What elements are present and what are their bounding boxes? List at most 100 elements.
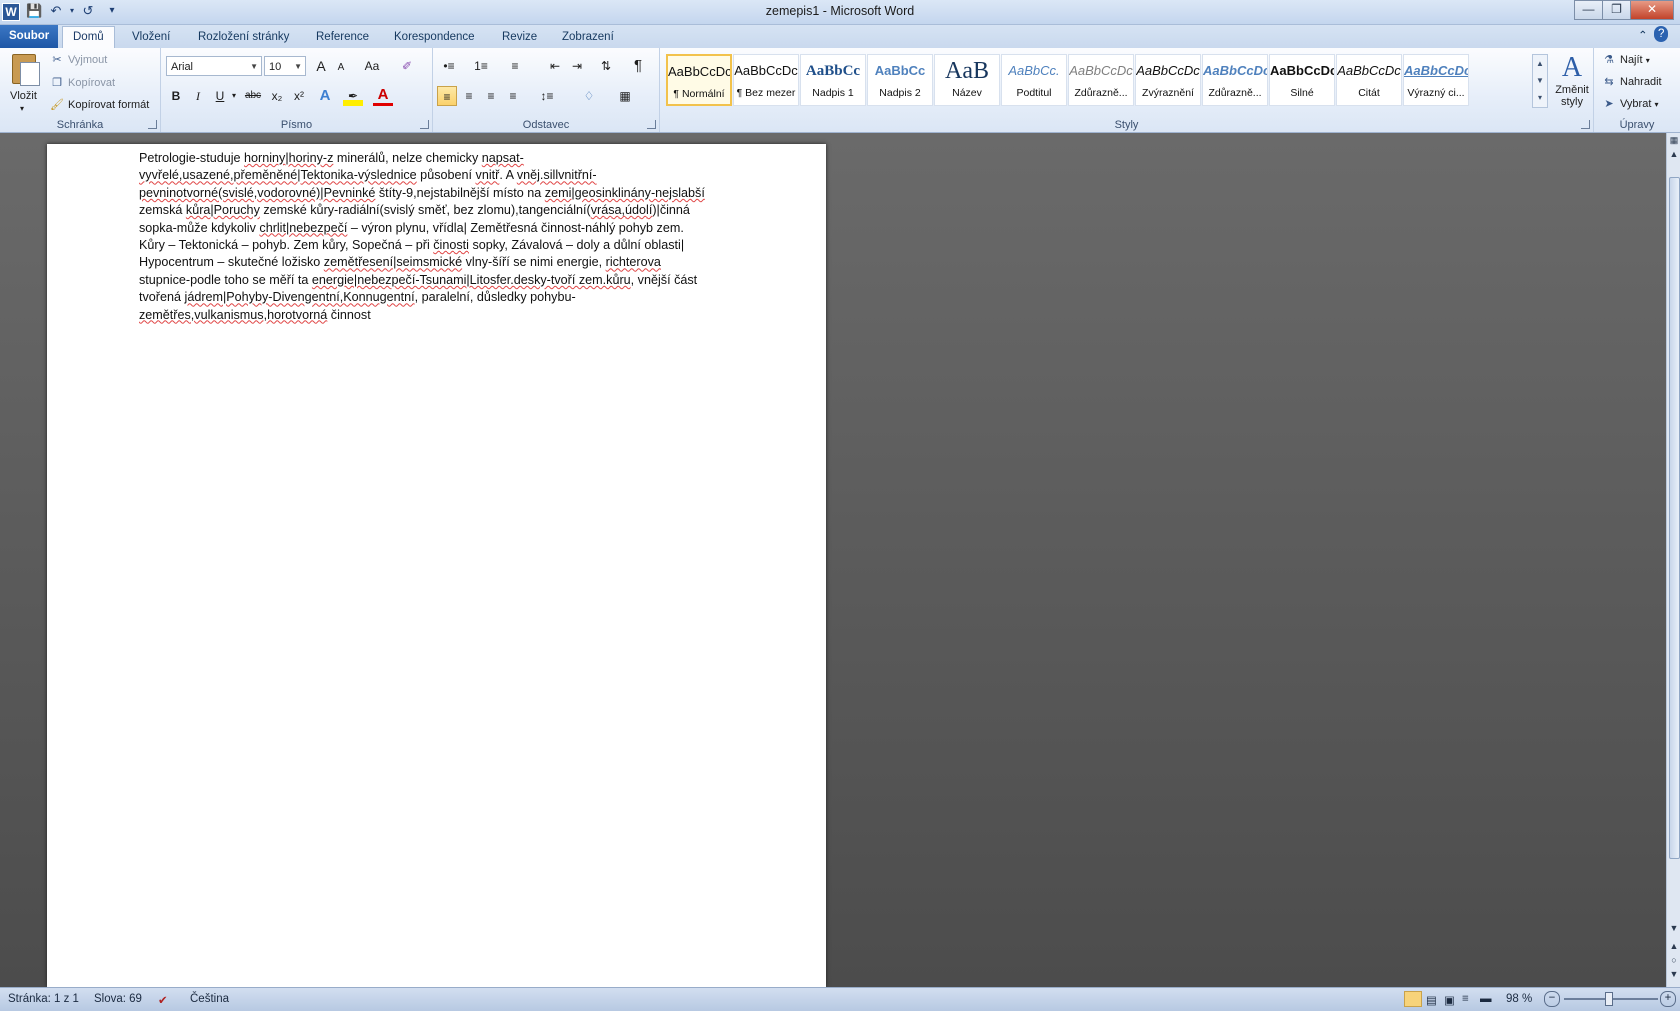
font-size-dropdown-icon[interactable]: ▼ <box>294 57 302 77</box>
full-screen-reading-icon[interactable]: ▤ <box>1426 993 1437 1007</box>
style-item[interactable]: AaBbCc. Podtitul <box>1001 54 1067 106</box>
outline-view-icon[interactable]: ≡ <box>1462 993 1469 1005</box>
subscript-button[interactable]: x₂ <box>267 86 287 106</box>
paste-button[interactable] <box>8 52 40 86</box>
align-center-icon[interactable]: ≡ <box>459 86 479 106</box>
find-button[interactable]: ⚗ Najít ▾ <box>1602 53 1650 66</box>
language[interactable]: Čeština <box>190 993 229 1005</box>
decrease-indent-icon[interactable]: ⇤ <box>545 56 565 76</box>
multilevel-list-icon[interactable]: ≡ <box>505 56 525 76</box>
zoom-slider-thumb[interactable] <box>1605 992 1613 1006</box>
document-line[interactable]: Hypocentrum – skutečné ložisko zemětřese… <box>139 254 759 271</box>
page-count[interactable]: Stránka: 1 z 1 <box>8 993 79 1005</box>
document-line[interactable]: stupnice-podle toho se měří ta energie|n… <box>139 272 759 289</box>
scroll-down-icon[interactable]: ▼ <box>1667 923 1680 933</box>
help-icon[interactable]: ? <box>1654 26 1669 42</box>
align-right-icon[interactable]: ≡ <box>481 86 501 106</box>
vertical-scrollbar[interactable]: ▦ ▲ ▼ ▲ ○ ▼ <box>1666 133 1680 987</box>
tab-view[interactable]: Zobrazení <box>552 27 624 47</box>
document-page[interactable]: Petrologie-studuje horniny|horiny-z mine… <box>47 144 826 987</box>
align-left-icon[interactable]: ≡ <box>437 86 457 106</box>
style-item[interactable]: AaBbCcDc Zdůrazně... <box>1202 54 1268 106</box>
document-line[interactable]: zemská kůra|Poruchy zemské kůry-radiální… <box>139 202 759 219</box>
document-line[interactable]: Petrologie-studuje horniny|horiny-z mine… <box>139 150 759 167</box>
justify-icon[interactable]: ≡ <box>503 86 523 106</box>
scrollbar-thumb[interactable] <box>1669 177 1680 859</box>
style-item[interactable]: AaBbCcDc ¶ Normální <box>666 54 732 106</box>
zoom-level[interactable]: 98 % <box>1506 993 1532 1005</box>
styles-dialog-launcher[interactable] <box>1581 120 1590 129</box>
line-spacing-icon[interactable]: ↕≡ <box>537 86 557 106</box>
style-item[interactable]: AaBbCcDc Zvýraznění <box>1135 54 1201 106</box>
minimize-ribbon-icon[interactable]: ⌃ <box>1634 26 1652 46</box>
show-formatting-marks-button[interactable]: ¶ <box>628 56 648 76</box>
text-effects-icon[interactable]: A <box>315 86 335 106</box>
italic-button[interactable]: I <box>188 86 208 106</box>
document-line[interactable]: tvořená jádrem|Pohyby-Divengentní,Konnug… <box>139 289 759 306</box>
styles-scroll[interactable]: ▲ ▼ ▾ <box>1532 54 1548 108</box>
font-color-icon[interactable]: A <box>373 86 393 106</box>
style-item[interactable]: AaBbCcDc Zdůrazně... <box>1068 54 1134 106</box>
scroll-up-icon[interactable]: ▲ <box>1667 149 1680 159</box>
bullets-icon[interactable]: •≡ <box>439 56 459 76</box>
tab-page-layout[interactable]: Rozložení stránky <box>188 27 299 47</box>
document-line[interactable]: sopka-může kdykoliv chrlit|nebezpečí – v… <box>139 220 759 237</box>
document-body[interactable]: Petrologie-studuje horniny|horiny-z mine… <box>139 150 759 324</box>
tab-insert[interactable]: Vložení <box>122 27 180 47</box>
clear-formatting-icon[interactable]: ✐ <box>397 56 417 76</box>
style-item[interactable]: AaBbCc Nadpis 2 <box>867 54 933 106</box>
highlight-color-icon[interactable]: ✒ <box>343 86 363 106</box>
replace-button[interactable]: ⇆ Nahradit <box>1602 75 1661 88</box>
previous-page-icon[interactable]: ▲ <box>1667 941 1680 951</box>
shading-icon[interactable]: ♢ <box>579 86 599 106</box>
zoom-in-icon[interactable]: + <box>1660 991 1676 1007</box>
cut-button[interactable]: ✂ Vyjmout <box>50 53 107 66</box>
style-item[interactable]: AaBbCcDc Výrazný ci... <box>1403 54 1469 106</box>
clipboard-dialog-launcher[interactable] <box>148 120 157 129</box>
copy-button[interactable]: ❐ Kopírovat <box>50 76 115 89</box>
web-layout-icon[interactable]: ▣ <box>1444 993 1455 1007</box>
paragraph-dialog-launcher[interactable] <box>647 120 656 129</box>
style-item[interactable]: AaB Název <box>934 54 1000 106</box>
tab-references[interactable]: Reference <box>306 27 379 47</box>
borders-icon[interactable]: ▦ <box>615 86 635 106</box>
draft-view-icon[interactable]: ▬ <box>1480 993 1492 1005</box>
zoom-out-icon[interactable]: − <box>1544 991 1560 1007</box>
superscript-button[interactable]: x² <box>289 86 309 106</box>
document-line[interactable]: zemětřes,vulkanismus,horotvorná činnost <box>139 307 759 324</box>
document-line[interactable]: vyvřelé,usazené,přeměněné|Tektonika-výsl… <box>139 167 759 184</box>
tab-review[interactable]: Revize <box>492 27 547 47</box>
font-name-combo[interactable]: Arial ▼ <box>166 56 262 76</box>
document-line[interactable]: pevninotvorné(svislé,vodorovné)|Pevninké… <box>139 185 759 202</box>
tab-file[interactable]: Soubor <box>0 25 59 48</box>
grow-font-button[interactable]: A <box>311 56 331 76</box>
font-dialog-launcher[interactable] <box>420 120 429 129</box>
print-layout-icon[interactable] <box>1404 991 1422 1007</box>
bold-button[interactable]: B <box>166 86 186 106</box>
document-line[interactable]: Kůry – Tektonická – pohyb. Zem kůry, Sop… <box>139 237 759 254</box>
paste-label[interactable]: Vložit <box>10 90 37 102</box>
tab-home[interactable]: Domů <box>62 26 115 49</box>
style-item[interactable]: AaBbCcDc ¶ Bez mezer <box>733 54 799 106</box>
proofing-icon[interactable]: ✔ <box>158 993 168 1007</box>
style-item[interactable]: AaBbCcDc Citát <box>1336 54 1402 106</box>
change-case-button[interactable]: Aa <box>359 56 385 76</box>
underline-dropdown-icon[interactable]: ▾ <box>229 86 239 106</box>
style-item[interactable]: AaBbCcDc Silné <box>1269 54 1335 106</box>
restore-button[interactable]: ❐ <box>1602 0 1631 20</box>
tab-mailings[interactable]: Korespondence <box>384 27 485 47</box>
next-page-icon[interactable]: ▼ <box>1667 969 1680 979</box>
increase-indent-icon[interactable]: ⇥ <box>567 56 587 76</box>
numbering-icon[interactable]: 1≡ <box>471 56 491 76</box>
change-styles-button[interactable]: A Změnit styly <box>1552 52 1592 122</box>
format-painter-button[interactable]: 🖌 Kopírovat formát <box>50 98 149 111</box>
ruler-toggle-icon[interactable]: ▦ <box>1667 135 1680 146</box>
close-button[interactable]: ✕ <box>1630 0 1674 20</box>
word-count[interactable]: Slova: 69 <box>94 993 142 1005</box>
font-size-combo[interactable]: 10 ▼ <box>264 56 306 76</box>
style-item[interactable]: AaBbCc Nadpis 1 <box>800 54 866 106</box>
paste-dropdown-icon[interactable]: ▾ <box>20 104 24 113</box>
browse-object-icon[interactable]: ○ <box>1667 955 1680 965</box>
sort-icon[interactable]: ⇅ <box>596 56 616 76</box>
strikethrough-button[interactable]: abc <box>241 86 265 106</box>
